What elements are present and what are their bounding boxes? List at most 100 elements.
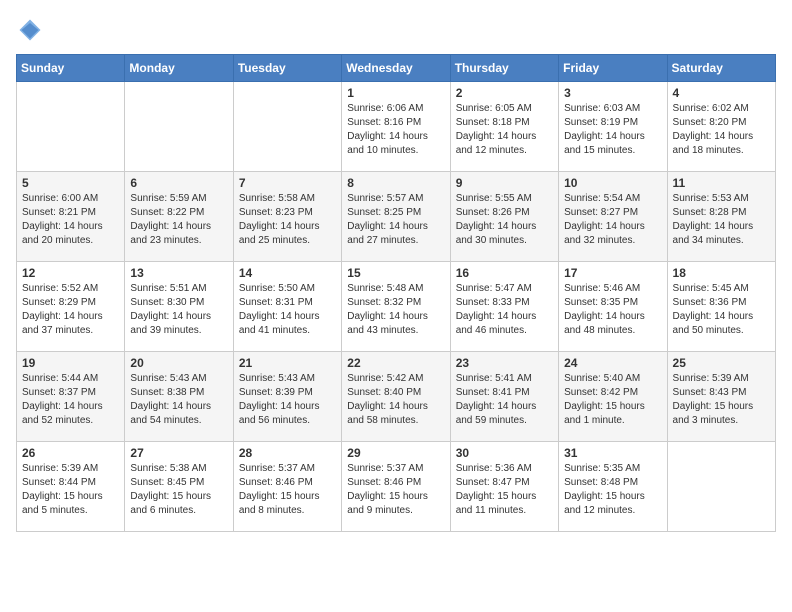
day-number: 2	[456, 86, 553, 100]
cell-text: Daylight: 15 hours	[564, 490, 661, 504]
cell-text: Sunset: 8:26 PM	[456, 206, 553, 220]
day-number: 9	[456, 176, 553, 190]
calendar-cell: 9Sunrise: 5:55 AMSunset: 8:26 PMDaylight…	[450, 172, 558, 262]
cell-text: Daylight: 14 hours	[564, 310, 661, 324]
cell-text: Daylight: 14 hours	[239, 220, 336, 234]
cell-text: Sunset: 8:23 PM	[239, 206, 336, 220]
cell-text: and 50 minutes.	[673, 324, 770, 338]
cell-text: Sunrise: 6:06 AM	[347, 102, 444, 116]
weekday-header: Wednesday	[342, 55, 450, 82]
cell-text: Daylight: 14 hours	[130, 400, 227, 414]
cell-text: Sunrise: 5:40 AM	[564, 372, 661, 386]
calendar-cell: 14Sunrise: 5:50 AMSunset: 8:31 PMDayligh…	[233, 262, 341, 352]
day-number: 5	[22, 176, 119, 190]
day-number: 30	[456, 446, 553, 460]
calendar-cell: 2Sunrise: 6:05 AMSunset: 8:18 PMDaylight…	[450, 82, 558, 172]
cell-text: Sunset: 8:41 PM	[456, 386, 553, 400]
logo-icon	[16, 16, 44, 44]
calendar-cell: 31Sunrise: 5:35 AMSunset: 8:48 PMDayligh…	[559, 442, 667, 532]
cell-text: Sunrise: 6:00 AM	[22, 192, 119, 206]
cell-text: Sunrise: 5:59 AM	[130, 192, 227, 206]
cell-text: Daylight: 15 hours	[22, 490, 119, 504]
cell-text: Sunrise: 5:53 AM	[673, 192, 770, 206]
cell-text: Sunset: 8:40 PM	[347, 386, 444, 400]
day-number: 4	[673, 86, 770, 100]
cell-text: Daylight: 15 hours	[130, 490, 227, 504]
cell-text: and 20 minutes.	[22, 234, 119, 248]
day-number: 6	[130, 176, 227, 190]
cell-text: Daylight: 14 hours	[564, 130, 661, 144]
day-number: 16	[456, 266, 553, 280]
cell-text: Sunrise: 5:36 AM	[456, 462, 553, 476]
cell-text: Sunset: 8:20 PM	[673, 116, 770, 130]
calendar-cell	[17, 82, 125, 172]
calendar-week-row: 19Sunrise: 5:44 AMSunset: 8:37 PMDayligh…	[17, 352, 776, 442]
calendar-cell: 21Sunrise: 5:43 AMSunset: 8:39 PMDayligh…	[233, 352, 341, 442]
calendar-cell: 11Sunrise: 5:53 AMSunset: 8:28 PMDayligh…	[667, 172, 775, 262]
calendar-cell: 27Sunrise: 5:38 AMSunset: 8:45 PMDayligh…	[125, 442, 233, 532]
cell-text: Daylight: 15 hours	[564, 400, 661, 414]
cell-text: Sunrise: 6:05 AM	[456, 102, 553, 116]
cell-text: and 30 minutes.	[456, 234, 553, 248]
cell-text: Sunset: 8:27 PM	[564, 206, 661, 220]
cell-text: Sunset: 8:31 PM	[239, 296, 336, 310]
calendar-cell: 7Sunrise: 5:58 AMSunset: 8:23 PMDaylight…	[233, 172, 341, 262]
cell-text: and 9 minutes.	[347, 504, 444, 518]
cell-text: Sunset: 8:25 PM	[347, 206, 444, 220]
cell-text: Sunrise: 5:43 AM	[130, 372, 227, 386]
cell-text: Daylight: 14 hours	[347, 130, 444, 144]
cell-text: Sunset: 8:39 PM	[239, 386, 336, 400]
cell-text: Sunset: 8:44 PM	[22, 476, 119, 490]
calendar-cell	[233, 82, 341, 172]
cell-text: and 15 minutes.	[564, 144, 661, 158]
cell-text: Daylight: 14 hours	[347, 400, 444, 414]
cell-text: and 25 minutes.	[239, 234, 336, 248]
weekday-header: Tuesday	[233, 55, 341, 82]
page-header	[16, 16, 776, 44]
day-number: 26	[22, 446, 119, 460]
cell-text: Sunrise: 6:03 AM	[564, 102, 661, 116]
calendar-cell: 30Sunrise: 5:36 AMSunset: 8:47 PMDayligh…	[450, 442, 558, 532]
cell-text: Daylight: 14 hours	[22, 310, 119, 324]
calendar-cell: 4Sunrise: 6:02 AMSunset: 8:20 PMDaylight…	[667, 82, 775, 172]
day-number: 25	[673, 356, 770, 370]
day-number: 22	[347, 356, 444, 370]
cell-text: Sunset: 8:46 PM	[239, 476, 336, 490]
weekday-header: Saturday	[667, 55, 775, 82]
day-number: 15	[347, 266, 444, 280]
calendar-cell: 20Sunrise: 5:43 AMSunset: 8:38 PMDayligh…	[125, 352, 233, 442]
cell-text: and 34 minutes.	[673, 234, 770, 248]
cell-text: Sunset: 8:36 PM	[673, 296, 770, 310]
day-number: 1	[347, 86, 444, 100]
cell-text: Daylight: 15 hours	[673, 400, 770, 414]
calendar-cell: 8Sunrise: 5:57 AMSunset: 8:25 PMDaylight…	[342, 172, 450, 262]
cell-text: and 48 minutes.	[564, 324, 661, 338]
calendar-table: SundayMondayTuesdayWednesdayThursdayFrid…	[16, 54, 776, 532]
cell-text: and 32 minutes.	[564, 234, 661, 248]
day-number: 14	[239, 266, 336, 280]
cell-text: and 52 minutes.	[22, 414, 119, 428]
cell-text: Sunrise: 5:46 AM	[564, 282, 661, 296]
cell-text: Sunrise: 5:44 AM	[22, 372, 119, 386]
cell-text: and 10 minutes.	[347, 144, 444, 158]
cell-text: Daylight: 14 hours	[564, 220, 661, 234]
calendar-cell: 5Sunrise: 6:00 AMSunset: 8:21 PMDaylight…	[17, 172, 125, 262]
cell-text: and 3 minutes.	[673, 414, 770, 428]
cell-text: Sunrise: 5:39 AM	[673, 372, 770, 386]
day-number: 8	[347, 176, 444, 190]
cell-text: Daylight: 14 hours	[673, 310, 770, 324]
cell-text: Daylight: 14 hours	[22, 400, 119, 414]
day-number: 10	[564, 176, 661, 190]
cell-text: Sunrise: 5:35 AM	[564, 462, 661, 476]
day-number: 11	[673, 176, 770, 190]
day-number: 23	[456, 356, 553, 370]
cell-text: and 59 minutes.	[456, 414, 553, 428]
calendar-cell: 12Sunrise: 5:52 AMSunset: 8:29 PMDayligh…	[17, 262, 125, 352]
calendar-cell: 17Sunrise: 5:46 AMSunset: 8:35 PMDayligh…	[559, 262, 667, 352]
calendar-cell: 19Sunrise: 5:44 AMSunset: 8:37 PMDayligh…	[17, 352, 125, 442]
cell-text: Sunset: 8:42 PM	[564, 386, 661, 400]
cell-text: and 46 minutes.	[456, 324, 553, 338]
day-number: 7	[239, 176, 336, 190]
calendar-cell: 1Sunrise: 6:06 AMSunset: 8:16 PMDaylight…	[342, 82, 450, 172]
day-number: 28	[239, 446, 336, 460]
